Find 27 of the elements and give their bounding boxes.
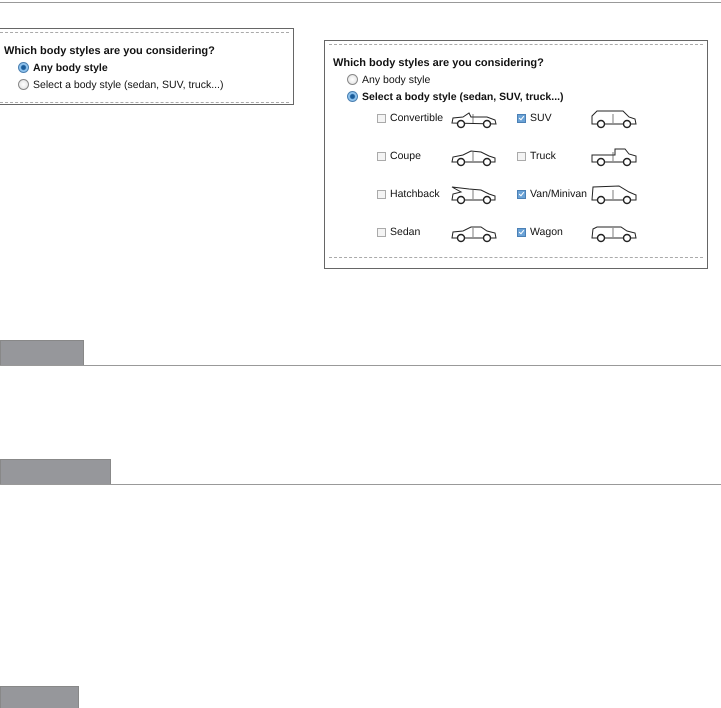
checkbox-label[interactable]: Truck <box>530 150 556 162</box>
question-text: Which body styles are you considering? <box>333 57 545 69</box>
radio-button[interactable] <box>18 79 29 90</box>
checkbox[interactable] <box>517 114 526 122</box>
checkbox-label[interactable]: Coupe <box>390 150 421 162</box>
option-label[interactable]: Select a body style (sedan, SUV, truck...) <box>33 78 224 90</box>
checkbox-label[interactable]: Sedan <box>390 226 420 238</box>
checkbox-label[interactable]: SUV <box>530 112 552 124</box>
question-text: Which body styles are you considering? <box>4 45 216 57</box>
checkbox[interactable] <box>377 190 386 198</box>
checkbox-label[interactable]: Wagon <box>530 226 563 238</box>
radio-button[interactable] <box>347 91 358 102</box>
radio-button[interactable] <box>18 62 29 73</box>
minivan-icon <box>589 183 639 205</box>
checkbox[interactable] <box>517 228 526 236</box>
checkbox[interactable] <box>377 114 386 122</box>
radio-button[interactable] <box>347 74 358 85</box>
option-label[interactable]: Any body style <box>362 74 430 86</box>
checkbox-label[interactable]: Hatchback <box>390 188 440 200</box>
checkbox[interactable] <box>517 190 526 198</box>
option-label[interactable]: Select a body style (sedan, SUV, truck...) <box>362 90 564 102</box>
checkbox[interactable] <box>377 228 386 236</box>
option-label[interactable]: Any body style <box>33 62 108 74</box>
checkbox-label[interactable]: Convertible <box>390 112 444 124</box>
checkbox[interactable] <box>377 152 386 160</box>
checkbox-label[interactable]: Van/Minivan <box>530 188 588 200</box>
checkbox[interactable] <box>517 152 526 160</box>
